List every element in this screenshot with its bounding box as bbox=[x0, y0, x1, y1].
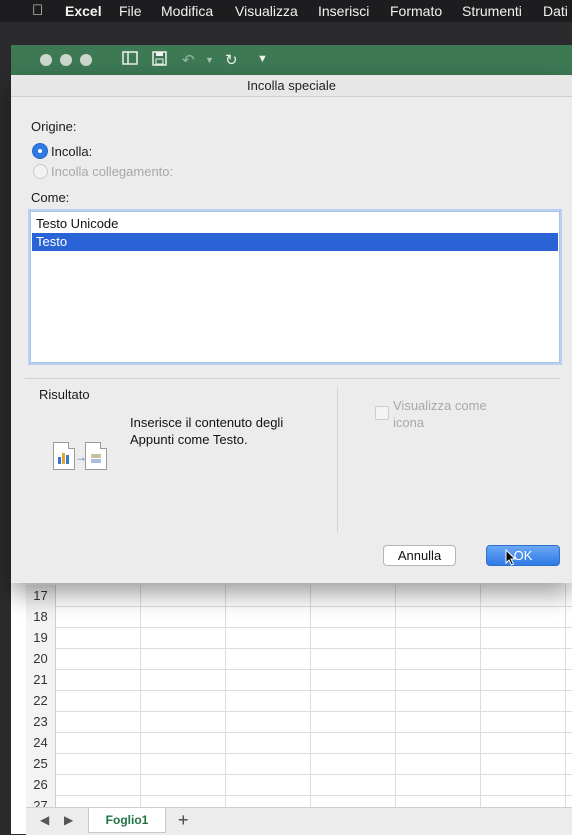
apple-logo-icon[interactable]:  bbox=[32, 2, 43, 19]
table-row[interactable]: 22 bbox=[26, 690, 572, 712]
radio-incolla-label[interactable]: Incolla: bbox=[51, 144, 92, 159]
table-row[interactable]: 24 bbox=[26, 732, 572, 754]
visualizza-come-icona-label[interactable]: Visualizza come icona bbox=[393, 397, 513, 431]
result-description: Inserisce il contenuto degli Appunti com… bbox=[130, 415, 284, 447]
ok-button[interactable]: OK bbox=[486, 545, 560, 566]
risultato-label: Risultato bbox=[39, 387, 90, 402]
menu-formato[interactable]: Formato bbox=[390, 3, 442, 19]
row-header[interactable]: 19 bbox=[26, 627, 56, 648]
divider bbox=[337, 387, 338, 532]
visualizza-come-icona-checkbox[interactable] bbox=[375, 406, 389, 420]
menu-modifica[interactable]: Modifica bbox=[161, 3, 213, 19]
table-row[interactable]: 17 bbox=[26, 585, 572, 607]
row-header[interactable]: 20 bbox=[26, 648, 56, 669]
row-header[interactable]: 21 bbox=[26, 669, 56, 690]
table-row[interactable]: 25 bbox=[26, 753, 572, 775]
table-row[interactable]: 21 bbox=[26, 669, 572, 691]
row-header[interactable]: 22 bbox=[26, 690, 56, 711]
list-item-testo-unicode[interactable]: Testo Unicode bbox=[32, 215, 558, 233]
dialog-title: Incolla speciale bbox=[11, 75, 572, 97]
zoom-window-button[interactable] bbox=[80, 54, 92, 66]
menu-visualizza[interactable]: Visualizza bbox=[235, 3, 298, 19]
list-item-testo[interactable]: Testo bbox=[32, 233, 558, 251]
excel-title-bar: ↶ ▼ ↻ ▼ bbox=[11, 45, 572, 75]
paste-format-list[interactable]: Testo Unicode Testo bbox=[30, 211, 560, 363]
sidebar-icon[interactable] bbox=[122, 51, 138, 69]
table-row[interactable]: 19 bbox=[26, 627, 572, 649]
table-row[interactable]: 27 bbox=[26, 795, 572, 807]
table-row[interactable]: 23 bbox=[26, 711, 572, 733]
table-row[interactable]: 18 bbox=[26, 606, 572, 628]
minimize-window-button[interactable] bbox=[60, 54, 72, 66]
next-sheet-icon[interactable]: ▶ bbox=[64, 813, 73, 827]
undo-icon[interactable]: ↶ bbox=[182, 51, 195, 69]
worksheet-grid[interactable]: 17 18 19 20 21 22 23 24 25 26 27 bbox=[26, 585, 572, 807]
menu-file[interactable]: File bbox=[119, 3, 142, 19]
row-header[interactable]: 25 bbox=[26, 753, 56, 774]
redo-icon[interactable]: ↻ bbox=[225, 51, 238, 69]
radio-incolla-collegamento[interactable] bbox=[33, 164, 48, 179]
menu-inserisci[interactable]: Inserisci bbox=[318, 3, 369, 19]
dropdown-arrow-icon[interactable]: ▼ bbox=[205, 55, 214, 65]
radio-incolla[interactable] bbox=[33, 144, 47, 158]
divider bbox=[25, 378, 560, 379]
menu-app-excel[interactable]: Excel bbox=[65, 3, 102, 19]
save-icon[interactable] bbox=[152, 51, 167, 70]
paste-special-dialog: Incolla speciale Origine: Incolla: Incol… bbox=[11, 75, 572, 583]
table-row[interactable]: 20 bbox=[26, 648, 572, 670]
sheet-tab-bar: ◀ ▶ Foglio1 + bbox=[26, 807, 572, 835]
row-header[interactable]: 23 bbox=[26, 711, 56, 732]
sheet-tab-foglio1[interactable]: Foglio1 bbox=[88, 808, 166, 833]
close-window-button[interactable] bbox=[40, 54, 52, 66]
row-header[interactable]: 17 bbox=[26, 585, 56, 606]
source-document-icon bbox=[53, 442, 75, 470]
row-header[interactable]: 27 bbox=[26, 795, 56, 807]
come-label: Come: bbox=[31, 190, 70, 205]
origine-label: Origine: bbox=[31, 119, 77, 134]
table-row[interactable]: 26 bbox=[26, 774, 572, 796]
customize-toolbar-icon[interactable]: ▼ bbox=[257, 53, 268, 65]
prev-sheet-icon[interactable]: ◀ bbox=[40, 813, 49, 827]
cancel-button[interactable]: Annulla bbox=[383, 545, 456, 566]
mouse-pointer-icon bbox=[505, 548, 517, 571]
menu-strumenti[interactable]: Strumenti bbox=[462, 3, 522, 19]
target-document-icon bbox=[85, 442, 107, 470]
row-header[interactable]: 26 bbox=[26, 774, 56, 795]
add-sheet-button[interactable]: + bbox=[178, 810, 189, 831]
radio-incolla-collegamento-label[interactable]: Incolla collegamento: bbox=[51, 164, 173, 179]
menu-bar:  Excel File Modifica Visualizza Inseris… bbox=[0, 0, 572, 22]
row-header[interactable]: 24 bbox=[26, 732, 56, 753]
menu-dati[interactable]: Dati bbox=[543, 3, 568, 19]
row-header[interactable]: 18 bbox=[26, 606, 56, 627]
